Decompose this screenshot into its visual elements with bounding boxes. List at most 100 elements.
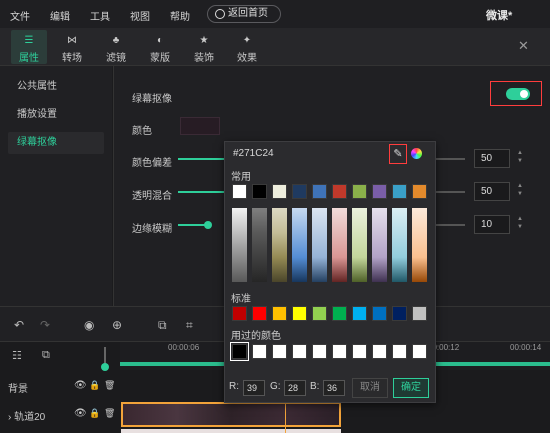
r-input[interactable]: 39	[243, 380, 265, 396]
color-swatch-used[interactable]	[272, 344, 287, 359]
color-shade-column[interactable]	[412, 208, 427, 282]
color-swatch-standard[interactable]	[352, 306, 367, 321]
menu-tools[interactable]: 工具	[90, 8, 110, 23]
color-shade-column[interactable]	[312, 208, 327, 282]
undo-icon[interactable]: ↶	[14, 318, 24, 332]
delete-icon[interactable]: 🗑	[104, 408, 115, 419]
copy-track-icon[interactable]: ⧉	[42, 349, 50, 362]
color-swatch-standard[interactable]	[312, 306, 327, 321]
cancel-button[interactable]: 取消	[352, 378, 388, 398]
track-settings-icon[interactable]: ☷	[12, 349, 22, 362]
color-swatch-used[interactable]	[392, 344, 407, 359]
tab-filter[interactable]: ♣ 滤镜	[98, 30, 134, 64]
color-swatch-standard[interactable]	[372, 306, 387, 321]
app-title: 微课*	[486, 10, 513, 22]
color-swatch-used[interactable]	[230, 342, 249, 361]
color-swatch-used[interactable]	[352, 344, 367, 359]
slider-label-feather: 边缘模糊	[132, 224, 172, 235]
tab-properties[interactable]: ☰ 属性	[11, 30, 47, 64]
color-swatch-used[interactable]	[372, 344, 387, 359]
color-shade-column[interactable]	[272, 208, 287, 282]
hex-value[interactable]: #271C24	[233, 148, 274, 159]
color-swatch-common[interactable]	[392, 184, 407, 199]
color-swatch-used[interactable]	[292, 344, 307, 359]
color-swatch-standard[interactable]	[332, 306, 347, 321]
color-shade-column[interactable]	[232, 208, 247, 282]
deviation-input[interactable]: 50	[474, 149, 510, 168]
video-clip[interactable]	[121, 402, 341, 427]
feather-input[interactable]: 10	[474, 215, 510, 234]
eyedropper-icon[interactable]: ✎	[389, 144, 407, 164]
color-swatch-common[interactable]	[372, 184, 387, 199]
color-swatch-standard[interactable]	[272, 306, 287, 321]
close-icon[interactable]: ✕	[518, 38, 529, 54]
color-swatch-common[interactable]	[272, 184, 287, 199]
slider-label-blend: 透明混合	[132, 191, 172, 202]
standard-label: 标准	[231, 294, 251, 305]
color-shade-column[interactable]	[372, 208, 387, 282]
ok-button[interactable]: 确定	[393, 378, 429, 398]
color-swatch-used[interactable]	[252, 344, 267, 359]
color-shade-column[interactable]	[332, 208, 347, 282]
blend-spinner[interactable]: ▲ ▼	[516, 182, 524, 198]
menu-edit[interactable]: 编辑	[50, 8, 70, 23]
zoom-knob[interactable]	[101, 363, 109, 371]
menu-file[interactable]: 文件	[10, 8, 30, 23]
tab-effect[interactable]: ✦ 效果	[229, 30, 265, 64]
blend-input[interactable]: 50	[474, 182, 510, 201]
menu-help[interactable]: 帮助	[170, 8, 190, 23]
transition-icon: ⋈	[67, 35, 77, 46]
lock-icon[interactable]: 🔒	[89, 380, 100, 391]
sidebar-item-chroma[interactable]: 绿幕抠像	[8, 132, 104, 154]
home-button[interactable]: 返回首页	[207, 5, 281, 23]
color-swatch-standard[interactable]	[252, 306, 267, 321]
g-input[interactable]: 28	[284, 380, 306, 396]
audio-icon[interactable]: ◉	[84, 318, 94, 332]
target-icon[interactable]: ⊕	[112, 318, 122, 332]
redo-icon[interactable]: ↷	[40, 318, 50, 332]
color-swatch-used[interactable]	[332, 344, 347, 359]
color-swatch-used[interactable]	[312, 344, 327, 359]
color-swatch-common[interactable]	[312, 184, 327, 199]
delete-icon[interactable]: 🗑	[104, 380, 115, 391]
eye-icon[interactable]: 👁	[74, 408, 87, 419]
menu-bar: 文件 编辑 工具 视图 帮助 返回首页 微课*	[0, 0, 550, 28]
crop-icon[interactable]: ⌗	[186, 318, 193, 333]
eye-icon[interactable]: 👁	[74, 380, 87, 391]
tab-decoration[interactable]: ★ 装饰	[186, 30, 222, 64]
tick-label: 00:00:06	[168, 343, 200, 352]
color-shade-column[interactable]	[292, 208, 307, 282]
feather-spinner[interactable]: ▲ ▼	[516, 215, 524, 231]
menu-view[interactable]: 视图	[130, 8, 150, 23]
color-swatch[interactable]	[180, 117, 220, 135]
color-label: 颜色	[132, 126, 152, 137]
color-shade-column[interactable]	[352, 208, 367, 282]
b-label: B:	[310, 381, 320, 392]
color-swatch-standard[interactable]	[232, 306, 247, 321]
tab-mask[interactable]: ◐ 蒙版	[142, 30, 178, 64]
sidebar-item-common[interactable]: 公共属性	[8, 76, 104, 98]
slider-feather-knob[interactable]	[204, 221, 212, 229]
color-swatch-standard[interactable]	[392, 306, 407, 321]
color-swatch-standard[interactable]	[412, 306, 427, 321]
color-swatch-used[interactable]	[412, 344, 427, 359]
color-swatch-common[interactable]	[232, 184, 247, 199]
color-swatch-common[interactable]	[332, 184, 347, 199]
chroma-toggle[interactable]	[506, 88, 530, 100]
color-swatch-standard[interactable]	[292, 306, 307, 321]
color-swatch-common[interactable]	[352, 184, 367, 199]
color-shade-column[interactable]	[252, 208, 267, 282]
home-icon	[215, 9, 225, 19]
sidebar-item-playback[interactable]: 播放设置	[8, 104, 104, 126]
deviation-spinner[interactable]: ▲ ▼	[516, 149, 524, 165]
g-label: G:	[270, 381, 281, 392]
color-swatch-common[interactable]	[292, 184, 307, 199]
b-input[interactable]: 36	[323, 380, 345, 396]
fit-icon[interactable]: ⧉	[158, 318, 167, 333]
lock-icon[interactable]: 🔒	[89, 408, 100, 419]
tab-transition[interactable]: ⋈ 转场	[54, 30, 90, 64]
color-swatch-common[interactable]	[412, 184, 427, 199]
color-wheel-icon[interactable]	[411, 148, 422, 159]
color-shade-column[interactable]	[392, 208, 407, 282]
color-swatch-common[interactable]	[252, 184, 267, 199]
